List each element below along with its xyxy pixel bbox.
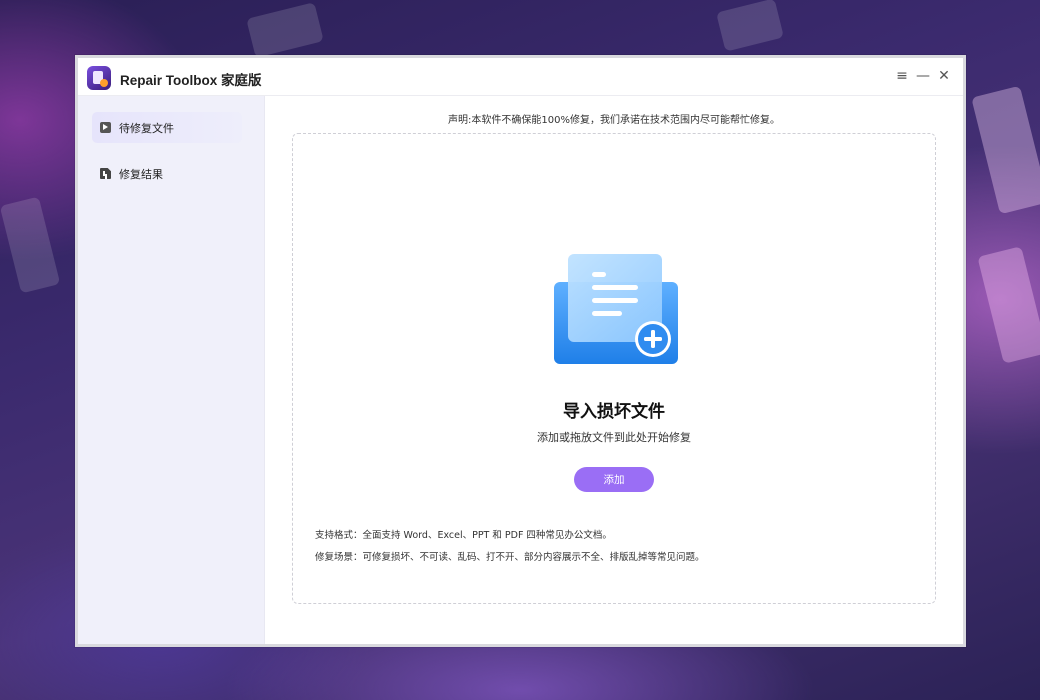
drop-zone-subtitle: 添加或拖放文件到此处开始修复 xyxy=(537,431,691,444)
background-tile xyxy=(246,2,324,58)
app-title: Repair Toolbox 家庭版 xyxy=(120,73,262,88)
add-file-icon xyxy=(554,254,678,364)
sidebar-item-pending-files[interactable]: 待修复文件 xyxy=(92,112,242,143)
file-drop-zone[interactable]: 导入损坏文件 添加或拖放文件到此处开始修复 添加 支持格式：全面支持 Word、… xyxy=(292,133,936,604)
repair-scenarios-text: 修复场景：可修复损坏、不可读、乱码、打不开、部分内容展示不全、排版乱掉等常见问题… xyxy=(315,552,705,563)
background-tile xyxy=(971,85,1040,215)
sidebar-item-repair-results[interactable]: 修复结果 xyxy=(92,158,242,189)
minimize-icon[interactable]: — xyxy=(914,67,932,85)
close-icon[interactable]: ✕ xyxy=(935,67,953,85)
sidebar-item-label: 修复结果 xyxy=(119,167,163,181)
background-tile xyxy=(716,0,784,52)
background-tile xyxy=(977,246,1040,364)
menu-icon[interactable]: ≡ xyxy=(893,67,911,85)
sidebar-item-label: 待修复文件 xyxy=(119,121,174,135)
supported-formats-text: 支持格式：全面支持 Word、Excel、PPT 和 PDF 四种常见办公文档。 xyxy=(315,530,612,541)
sidebar: 待修复文件 修复结果 xyxy=(78,96,265,644)
app-window: Repair Toolbox 家庭版 ≡ — ✕ 待修复文件 修复结果 声明:本… xyxy=(75,55,966,647)
background-tile xyxy=(0,196,61,294)
add-file-button[interactable]: 添加 xyxy=(574,467,654,492)
repair-results-icon xyxy=(100,168,111,179)
pending-files-icon xyxy=(100,122,111,133)
title-bar: Repair Toolbox 家庭版 ≡ — ✕ xyxy=(78,58,963,96)
drop-zone-title: 导入损坏文件 xyxy=(563,402,665,422)
app-logo-icon xyxy=(87,66,111,90)
disclaimer-text: 声明:本软件不确保能100%修复，我们承诺在技术范围内尽可能帮忙修复。 xyxy=(448,115,780,126)
